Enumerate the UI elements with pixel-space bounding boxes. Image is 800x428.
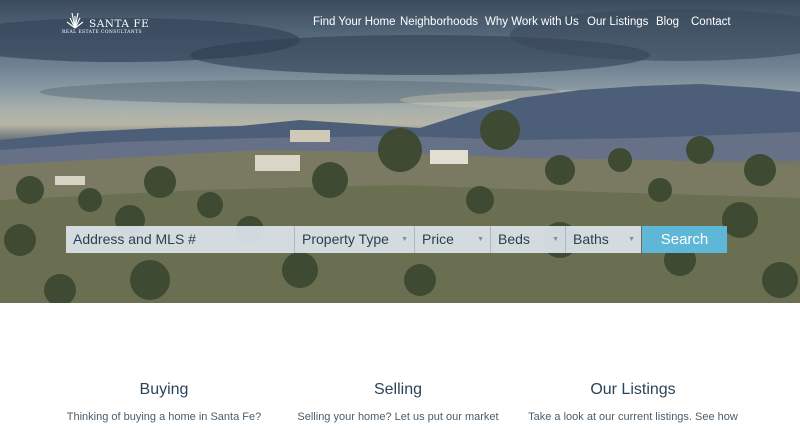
nav-neighborhoods[interactable]: Neighborhoods (400, 16, 478, 28)
baths-select[interactable]: Baths ▼ (566, 226, 641, 253)
section-text-selling: Selling your home? Let us put our market (297, 411, 499, 423)
chevron-down-icon: ▼ (552, 236, 559, 243)
section-title-our-listings: Our Listings (590, 381, 676, 398)
beds-select[interactable]: Beds ▼ (491, 226, 566, 253)
price-select[interactable]: Price ▼ (415, 226, 491, 253)
section-text-buying: Thinking of buying a home in Santa Fe? (66, 411, 262, 423)
nav-contact[interactable]: Contact (691, 16, 731, 28)
chevron-down-icon: ▼ (477, 236, 484, 243)
nav-find-your-home[interactable]: Find Your Home (313, 16, 395, 28)
search-button[interactable]: Search (642, 226, 727, 253)
section-text-our-listings: Take a look at our current listings. See… (528, 411, 738, 423)
main-nav: Find Your Home Neighborhoods Why Work wi… (0, 16, 800, 32)
section-title-selling: Selling (373, 381, 423, 398)
nav-our-listings[interactable]: Our Listings (587, 16, 648, 28)
baths-label: Baths (573, 231, 609, 247)
property-type-label: Property Type (302, 231, 389, 247)
chevron-down-icon: ▼ (401, 236, 408, 243)
hero-landscape-image (0, 9, 800, 303)
beds-label: Beds (498, 231, 530, 247)
nav-blog[interactable]: Blog (656, 16, 679, 28)
chevron-down-icon: ▼ (628, 236, 635, 243)
section-title-buying: Buying (139, 381, 189, 398)
hero-banner: SANTA FE REAL ESTATE CONSULTANTS Find Yo… (0, 0, 800, 303)
property-type-select[interactable]: Property Type ▼ (295, 226, 415, 253)
price-label: Price (422, 231, 454, 247)
address-mls-input[interactable]: Address and MLS # (66, 226, 295, 253)
nav-why-work-with-us[interactable]: Why Work with Us (485, 16, 579, 28)
property-search-bar: Address and MLS # Property Type ▼ Price … (66, 226, 727, 253)
